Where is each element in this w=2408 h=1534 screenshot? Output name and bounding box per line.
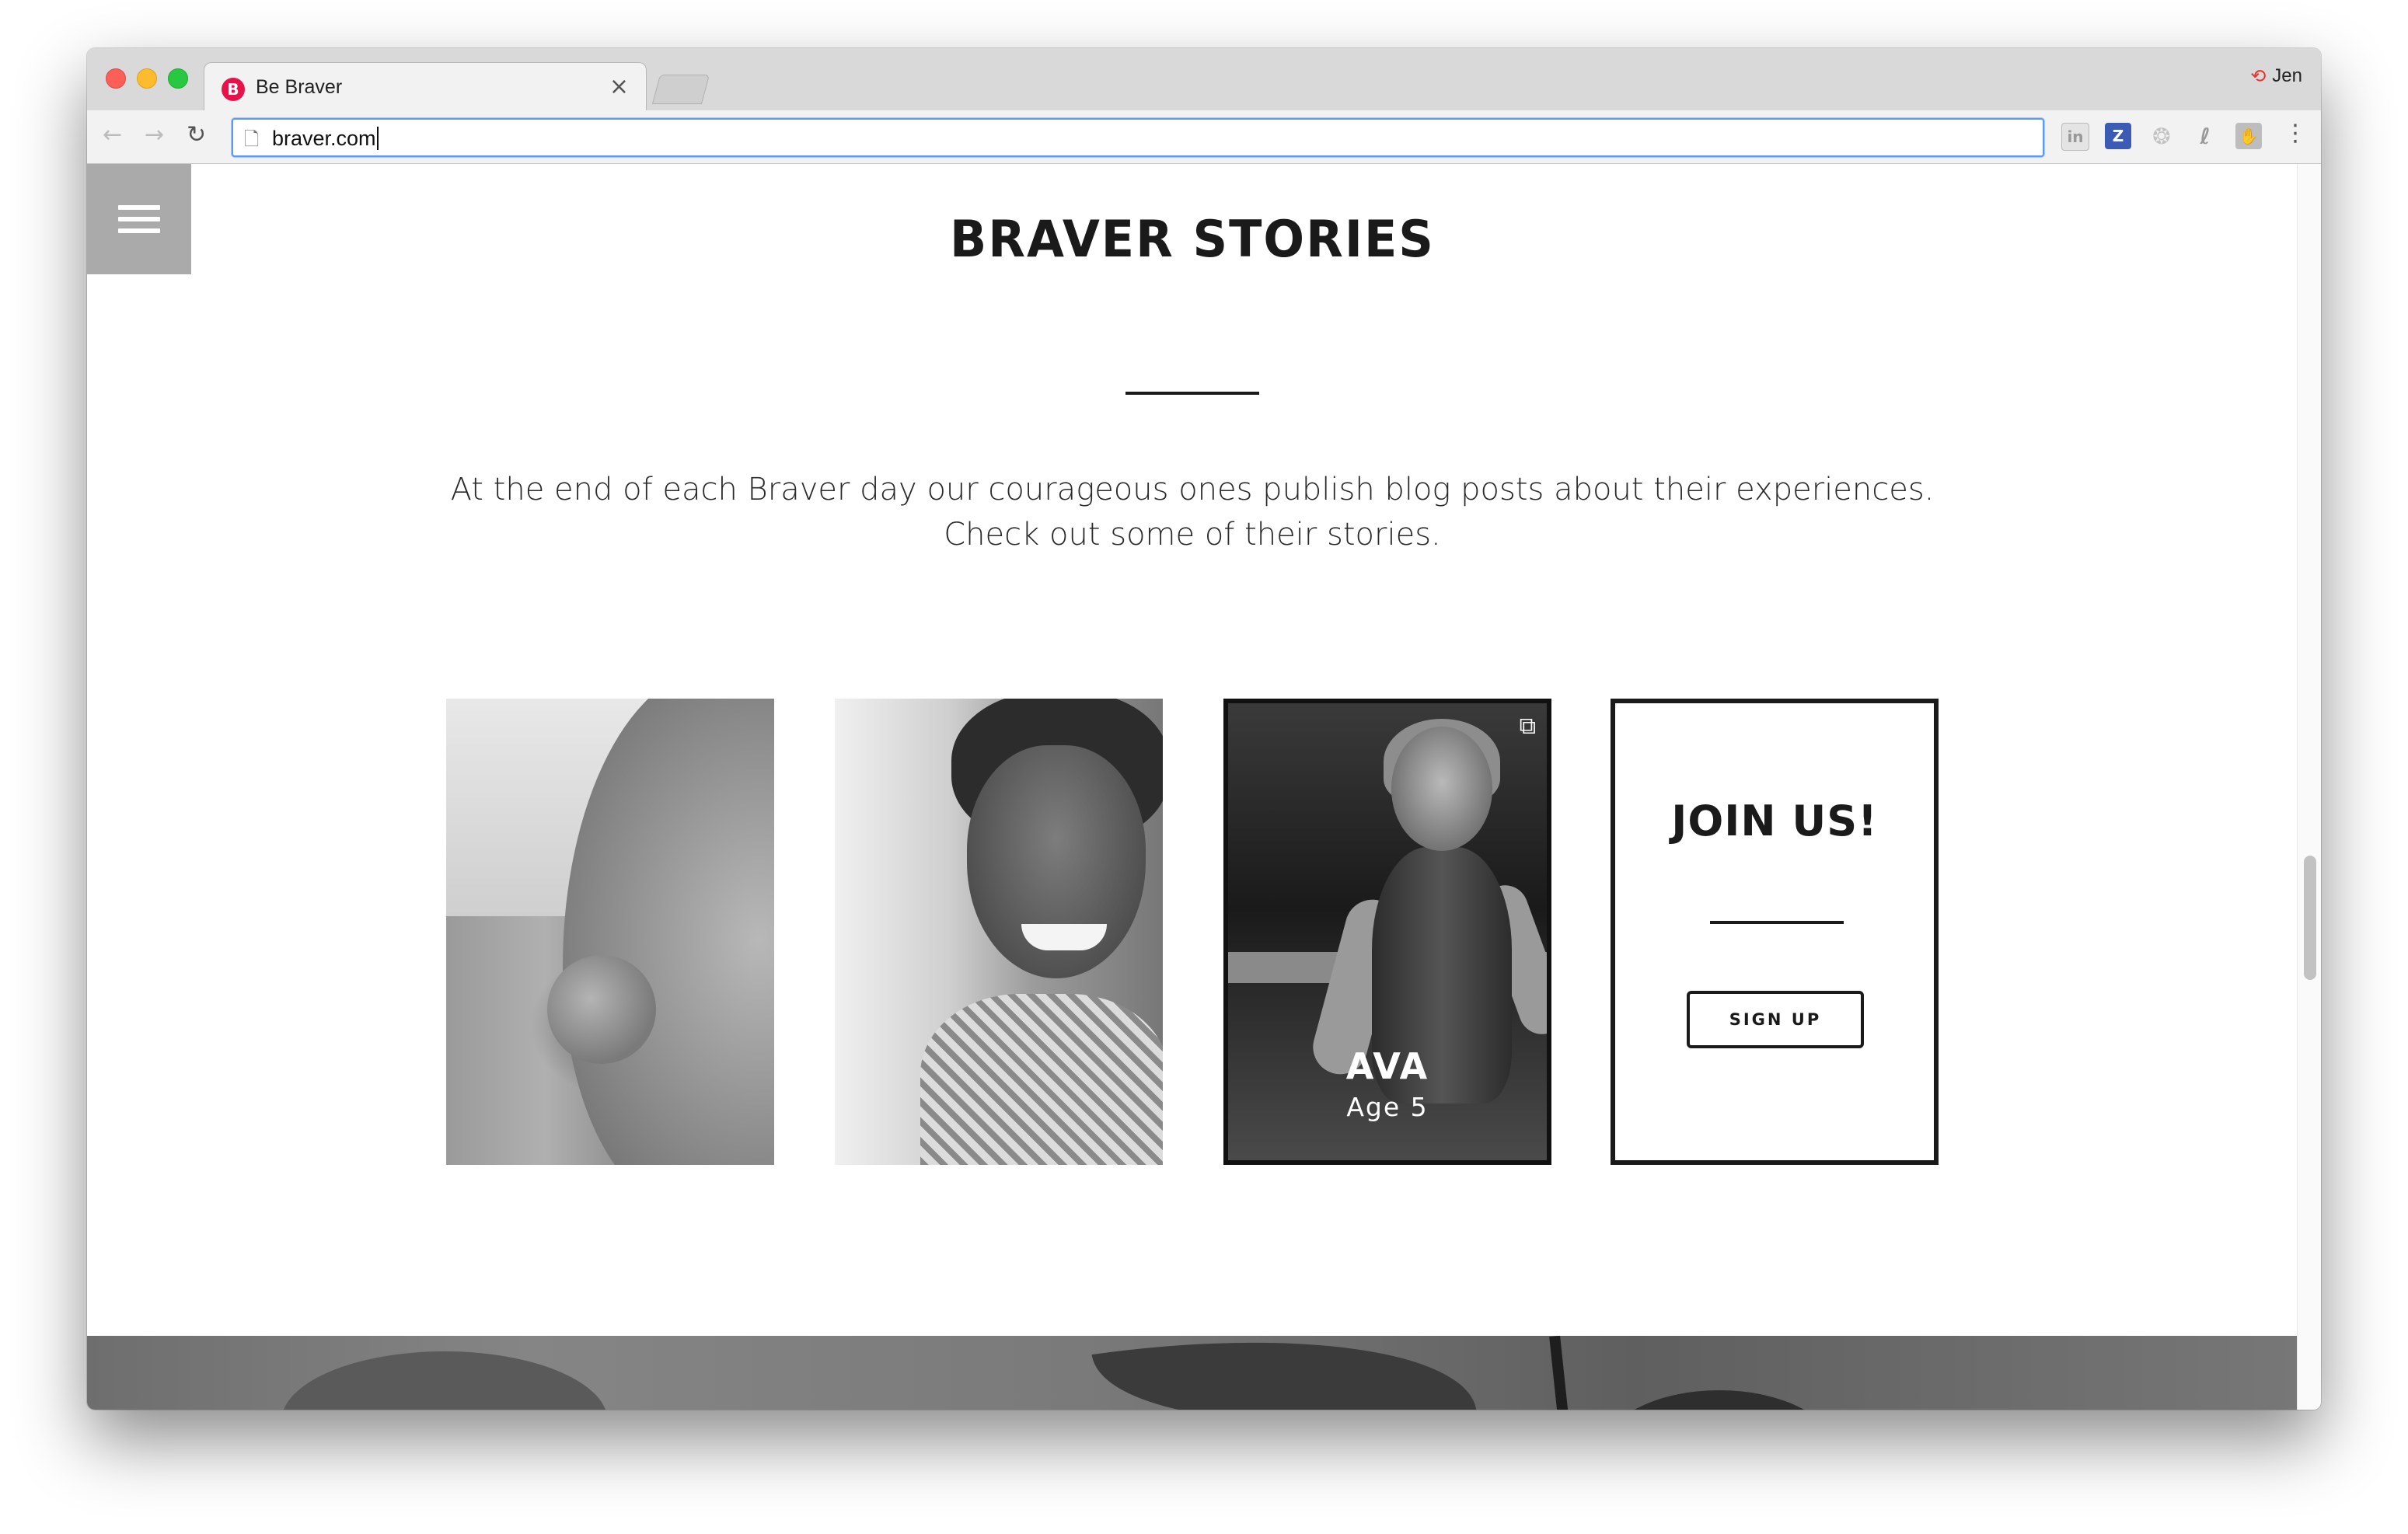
url-text[interactable]: braver.com: [272, 127, 379, 151]
swirl-extension-icon[interactable]: ❂: [2148, 123, 2175, 149]
section-title: BRAVER STORIES: [950, 209, 1435, 269]
intro-line-1: At the end of each Braver day our courag…: [450, 472, 1935, 507]
join-divider: [1710, 921, 1844, 924]
title-divider: [1125, 392, 1259, 395]
sign-up-button[interactable]: SIGN UP: [1687, 991, 1864, 1048]
tab-close-icon[interactable]: ×: [609, 73, 629, 100]
page-icon: 🗋: [244, 128, 260, 150]
leaf-image: [1091, 1336, 1477, 1410]
story-card-smiling-girl[interactable]: [835, 699, 1163, 1165]
join-title: JOIN US!: [1671, 797, 1878, 845]
child-photo: [1391, 727, 1492, 851]
tab-be-braver[interactable]: B Be Braver ×: [204, 62, 647, 113]
tab-title: Be Braver: [256, 76, 343, 98]
arrow-left-icon[interactable]: ←: [103, 121, 122, 148]
tab-strip: B Be Braver × ⟲ Jen: [87, 48, 2321, 113]
external-link-icon[interactable]: ⧉: [1520, 713, 1536, 740]
minimize-window-button[interactable]: [137, 68, 157, 89]
hook-extension-icon[interactable]: ℓ: [2192, 123, 2218, 149]
scrollbar-thumb[interactable]: [2304, 856, 2316, 980]
reload-icon[interactable]: ↻: [187, 121, 206, 148]
join-us-card: JOIN US! SIGN UP: [1611, 699, 1939, 1165]
profile-button[interactable]: ⟲ Jen: [2250, 65, 2302, 87]
new-tab-button[interactable]: [651, 75, 710, 104]
braver-favicon-icon: B: [222, 78, 245, 101]
browser-window: B Be Braver × ⟲ Jen ← → ↻ 🗋 braver.com i…: [87, 48, 2321, 1410]
story-card-profile[interactable]: [446, 699, 774, 1165]
intro-line-2: Check out some of their stories.: [944, 517, 1441, 553]
linkedin-extension-icon[interactable]: in: [2061, 123, 2089, 151]
story-age: Age 5: [1346, 1092, 1429, 1122]
maximize-window-button[interactable]: [168, 68, 188, 89]
z-extension-icon[interactable]: Z: [2105, 123, 2131, 149]
profile-name: Jen: [2272, 65, 2302, 86]
page-viewport: BRAVER STORIES At the end of each Braver…: [87, 164, 2321, 1410]
intro-text: At the end of each Braver day our courag…: [87, 467, 2298, 557]
story-name: AVA: [1345, 1045, 1429, 1087]
story-card-ava[interactable]: ⧉ AVA Age 5: [1223, 699, 1551, 1165]
browser-menu-icon[interactable]: ⋮: [2284, 120, 2307, 147]
next-section-hero-image: [87, 1336, 2298, 1410]
browser-toolbar: ← → ↻ 🗋 braver.com in Z ❂ ℓ ✋ ⋮: [87, 110, 2321, 164]
arrow-right-icon[interactable]: →: [145, 121, 164, 148]
address-bar[interactable]: 🗋 braver.com: [232, 118, 2044, 157]
close-window-button[interactable]: [106, 68, 126, 89]
scrollbar-track[interactable]: [2297, 164, 2321, 1410]
hand-extension-icon[interactable]: ✋: [2235, 123, 2262, 149]
sync-icon: ⟲: [2250, 65, 2267, 87]
